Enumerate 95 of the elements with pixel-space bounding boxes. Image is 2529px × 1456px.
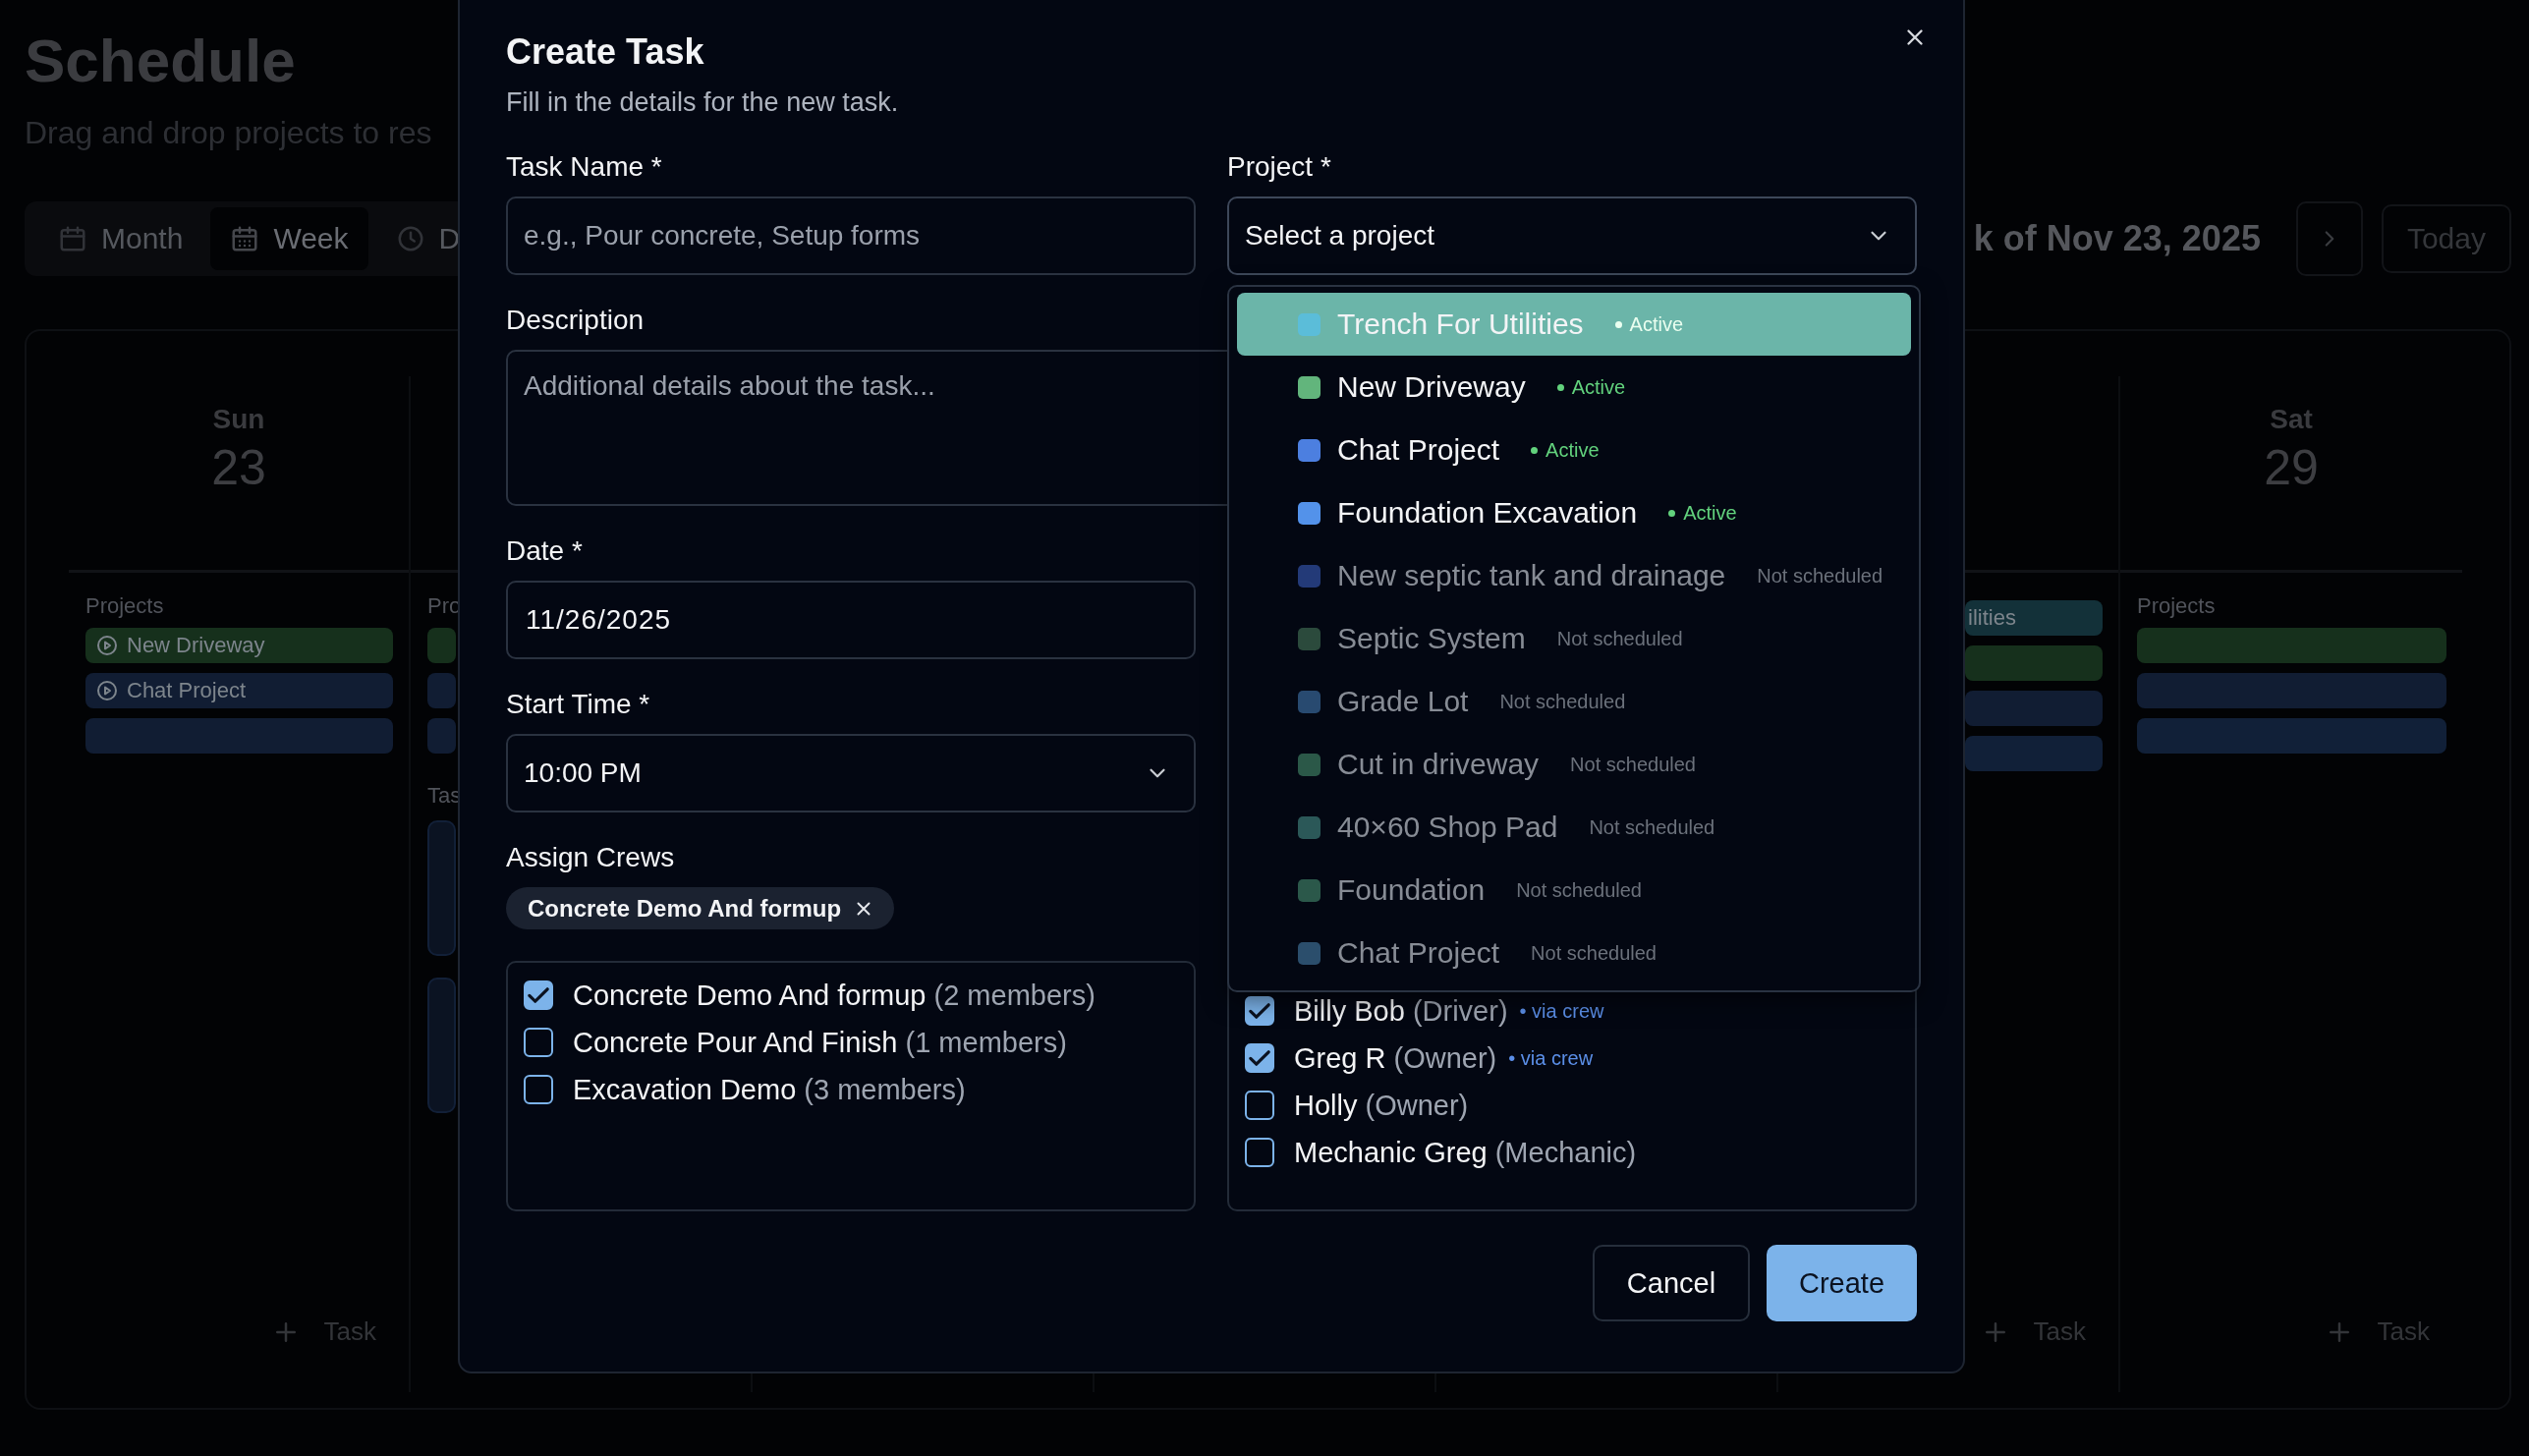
project-bar[interactable] bbox=[427, 718, 456, 754]
project-bar[interactable] bbox=[1965, 691, 2103, 726]
project-name: New Driveway bbox=[127, 633, 265, 658]
via-crew-note: • via crew bbox=[1508, 1046, 1594, 1070]
checkbox[interactable] bbox=[524, 1028, 553, 1057]
project-bar[interactable]: New Driveway bbox=[85, 628, 393, 663]
project-option[interactable]: Septic System Not scheduled bbox=[1237, 607, 1911, 670]
checkbox[interactable] bbox=[524, 980, 553, 1010]
check-icon bbox=[528, 987, 549, 1003]
day-date: 29 bbox=[2264, 439, 2319, 496]
project-option[interactable]: 40×60 Shop Pad Not scheduled bbox=[1237, 796, 1911, 859]
cancel-button[interactable]: Cancel bbox=[1593, 1245, 1750, 1321]
field-label: Assign Crews bbox=[506, 841, 675, 874]
project-select[interactable]: Select a project bbox=[1227, 196, 1917, 275]
project-option[interactable]: Cut in driveway Not scheduled bbox=[1237, 733, 1911, 796]
project-status: Not scheduled bbox=[1570, 753, 1696, 776]
project-bar[interactable] bbox=[2137, 628, 2446, 663]
task-card[interactable] bbox=[427, 978, 456, 1113]
projects-label: Projects bbox=[85, 592, 164, 620]
project-name: New Driveway bbox=[1337, 370, 1526, 404]
calendar-icon bbox=[58, 224, 87, 253]
field-label: Date * bbox=[506, 534, 583, 568]
project-option[interactable]: Chat Project Not scheduled bbox=[1237, 922, 1911, 984]
dialog-title: Create Task bbox=[506, 31, 704, 73]
project-name: Cut in driveway bbox=[1337, 748, 1540, 781]
start-time-select[interactable]: 10:00 PM bbox=[506, 734, 1196, 812]
checkbox[interactable] bbox=[1245, 996, 1274, 1026]
project-bar[interactable] bbox=[427, 673, 456, 708]
day-name: Sat bbox=[2270, 404, 2313, 435]
project-name: Trench For Utilities bbox=[1337, 308, 1584, 341]
option-label: Concrete Demo And formup (2 members) bbox=[573, 979, 1096, 1012]
project-name: New septic tank and drainage bbox=[1337, 559, 1726, 592]
project-status: Active bbox=[1556, 375, 1626, 399]
calendar-icon bbox=[230, 224, 260, 253]
project-bar[interactable] bbox=[2137, 673, 2446, 708]
next-week-button[interactable] bbox=[2295, 201, 2363, 276]
project-option[interactable]: Grade Lot Not scheduled bbox=[1237, 670, 1911, 733]
check-icon bbox=[1249, 1050, 1270, 1066]
field-label: Task Name * bbox=[506, 150, 662, 184]
field-label: Description bbox=[506, 304, 645, 337]
project-status: Not scheduled bbox=[1589, 815, 1715, 839]
page-title: Schedule bbox=[25, 26, 296, 96]
week-label: k of Nov 23, 2025 bbox=[1973, 218, 2261, 259]
project-name: ilities bbox=[1968, 605, 2016, 631]
via-crew-note: • via crew bbox=[1519, 999, 1604, 1023]
play-icon bbox=[95, 634, 119, 657]
project-name: Grade Lot bbox=[1337, 685, 1469, 718]
option-label: Holly (Owner) bbox=[1294, 1089, 1469, 1122]
project-bar[interactable] bbox=[2137, 718, 2446, 754]
project-option[interactable]: Foundation Not scheduled bbox=[1237, 859, 1911, 922]
checkbox[interactable] bbox=[1245, 1043, 1274, 1073]
check-icon bbox=[1249, 1003, 1270, 1019]
project-option[interactable]: New Driveway Active bbox=[1237, 356, 1911, 419]
project-bar[interactable]: ilities bbox=[1965, 600, 2103, 636]
option-label: Concrete Pour And Finish (1 members) bbox=[573, 1026, 1067, 1059]
create-button[interactable]: Create bbox=[1767, 1245, 1917, 1321]
project-bar[interactable]: Chat Project bbox=[85, 673, 393, 708]
play-icon bbox=[95, 679, 119, 702]
project-option[interactable]: Chat Project Active bbox=[1237, 419, 1911, 481]
project-bar[interactable] bbox=[1965, 736, 2103, 771]
checkbox[interactable] bbox=[1245, 1091, 1274, 1120]
project-name: Septic System bbox=[1337, 622, 1526, 655]
project-bar[interactable] bbox=[85, 718, 393, 754]
date-field[interactable]: 11/26/2025 bbox=[506, 581, 1196, 659]
project-status: Not scheduled bbox=[1757, 564, 1883, 588]
dialog-subtitle: Fill in the details for the new task. bbox=[506, 86, 899, 119]
option-label: Billy Bob (Driver) bbox=[1294, 994, 1508, 1028]
project-option[interactable]: New septic tank and drainage Not scheduled bbox=[1237, 544, 1911, 607]
project-status: Active bbox=[1614, 312, 1684, 336]
project-name: Chat Project bbox=[127, 678, 247, 703]
project-name: Foundation bbox=[1337, 873, 1486, 907]
task-name-field[interactable]: e.g., Pour concrete, Setup forms bbox=[506, 196, 1196, 275]
day-name: Sun bbox=[212, 404, 265, 435]
view-tab[interactable]: Week bbox=[210, 207, 368, 270]
field-label: Start Time * bbox=[506, 688, 650, 721]
project-name: Chat Project bbox=[1337, 936, 1500, 970]
project-status: Not scheduled bbox=[1556, 627, 1683, 650]
projects-label: Projects bbox=[2137, 592, 2216, 620]
project-bar[interactable] bbox=[1965, 645, 2103, 681]
option-label: Greg R (Owner) bbox=[1294, 1041, 1497, 1075]
option-label: Excavation Demo (3 members) bbox=[573, 1073, 966, 1106]
project-status: Not scheduled bbox=[1516, 878, 1642, 902]
project-name: 40×60 Shop Pad bbox=[1337, 811, 1558, 844]
checkbox[interactable] bbox=[1245, 1138, 1274, 1167]
checkbox[interactable] bbox=[524, 1075, 553, 1104]
field-label: Project * bbox=[1227, 150, 1331, 184]
project-status: Not scheduled bbox=[1499, 690, 1626, 713]
project-name: Chat Project bbox=[1337, 433, 1500, 467]
option-label: Mechanic Greg (Mechanic) bbox=[1294, 1136, 1637, 1169]
project-status: Not scheduled bbox=[1531, 941, 1657, 965]
project-bar[interactable] bbox=[427, 628, 456, 663]
project-status: Active bbox=[1531, 438, 1600, 462]
day-date: 23 bbox=[211, 439, 266, 496]
crew-chip-label: Concrete Demo And formup bbox=[528, 894, 842, 923]
task-card[interactable] bbox=[427, 820, 456, 956]
